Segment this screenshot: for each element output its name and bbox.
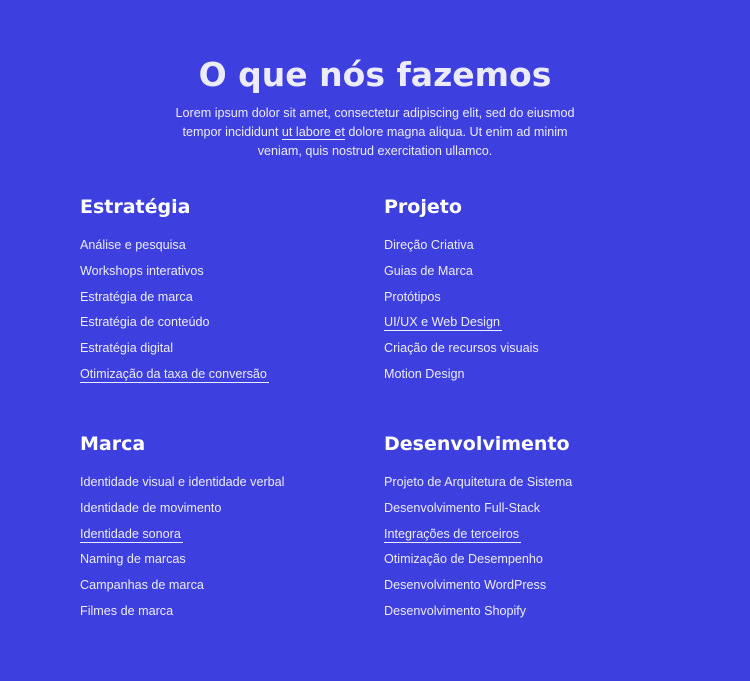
service-link[interactable]: Guias de Marca — [384, 263, 475, 279]
list-item[interactable]: Filmes de marca — [80, 603, 380, 619]
service-list: Direção Criativa Guias de Marca Protótip… — [384, 237, 684, 382]
service-link[interactable]: Protótipos — [384, 289, 443, 305]
service-link[interactable]: Identidade sonora — [80, 527, 183, 543]
section-title: Marca — [80, 433, 146, 455]
service-link[interactable]: Direção Criativa — [384, 237, 476, 253]
intro-link[interactable]: ut labore et — [281, 124, 345, 140]
section-projeto: Projeto Direção Criativa Guias de Marca … — [384, 195, 684, 392]
list-item[interactable]: Guias de Marca — [384, 263, 684, 279]
service-link[interactable]: Workshops interativos — [80, 263, 206, 279]
service-link[interactable]: Otimização da taxa de conversão — [80, 367, 269, 383]
page-title: O que nós fazemos — [198, 55, 552, 95]
list-item[interactable]: Estratégia de conteúdo — [80, 314, 380, 330]
list-item[interactable]: Protótipos — [384, 289, 684, 305]
service-link[interactable]: Estratégia digital — [80, 340, 175, 356]
list-item[interactable]: Desenvolvimento WordPress — [384, 577, 684, 593]
service-link[interactable]: Identidade visual e identidade verbal — [80, 474, 286, 490]
service-link[interactable]: Otimização de Desempenho — [384, 551, 545, 567]
intro-paragraph: Lorem ipsum dolor sit amet, consectetur … — [175, 104, 575, 161]
list-item[interactable]: Criação de recursos visuais — [384, 340, 684, 356]
service-link[interactable]: Desenvolvimento Full-Stack — [384, 500, 542, 516]
service-link[interactable]: Estratégia de conteúdo — [80, 314, 212, 330]
list-item[interactable]: Análise e pesquisa — [80, 237, 380, 253]
list-item[interactable]: Otimização de Desempenho — [384, 551, 684, 567]
list-item[interactable]: Naming de marcas — [80, 551, 380, 567]
list-item[interactable]: Otimização da taxa de conversão — [80, 366, 380, 383]
list-item[interactable]: Estratégia de marca — [80, 289, 380, 305]
service-link[interactable]: Desenvolvimento WordPress — [384, 577, 548, 593]
section-estrategia: Estratégia Análise e pesquisa Workshops … — [80, 195, 380, 392]
list-item[interactable]: UI/UX e Web Design — [384, 314, 684, 332]
list-item[interactable]: Direção Criativa — [384, 237, 684, 253]
section-desenvolvimento: Desenvolvimento Projeto de Arquitetura d… — [384, 432, 684, 629]
service-link[interactable]: Campanhas de marca — [80, 577, 206, 593]
service-link[interactable]: Análise e pesquisa — [80, 237, 188, 253]
service-link[interactable]: Criação de recursos visuais — [384, 340, 541, 356]
service-link[interactable]: Motion Design — [384, 366, 467, 382]
service-link[interactable]: Identidade de movimento — [80, 500, 223, 516]
section-title: Estratégia — [80, 196, 191, 218]
list-item[interactable]: Desenvolvimento Full-Stack — [384, 500, 684, 516]
service-list: Projeto de Arquitetura de Sistema Desenv… — [384, 474, 684, 619]
list-item[interactable]: Identidade sonora — [80, 526, 380, 543]
service-link[interactable]: Estratégia de marca — [80, 289, 195, 305]
list-item[interactable]: Identidade de movimento — [80, 500, 380, 516]
service-link[interactable]: Integrações de terceiros — [384, 527, 522, 543]
service-link[interactable]: Filmes de marca — [80, 603, 175, 619]
service-link[interactable]: Desenvolvimento Shopify — [384, 603, 528, 619]
list-item[interactable]: Integrações de terceiros — [384, 526, 684, 543]
list-item[interactable]: Motion Design — [384, 366, 684, 382]
section-title: Desenvolvimento — [384, 433, 570, 455]
list-item[interactable]: Workshops interativos — [80, 263, 380, 279]
service-link[interactable]: Projeto de Arquitetura de Sistema — [384, 474, 574, 490]
service-list: Análise e pesquisa Workshops interativos… — [80, 237, 380, 383]
service-link[interactable]: Naming de marcas — [80, 551, 188, 567]
service-link[interactable]: UI/UX e Web Design — [384, 315, 502, 332]
list-item[interactable]: Identidade visual e identidade verbal — [80, 474, 380, 490]
service-list: Identidade visual e identidade verbal Id… — [80, 474, 380, 619]
list-item[interactable]: Campanhas de marca — [80, 577, 380, 593]
list-item[interactable]: Estratégia digital — [80, 340, 380, 356]
list-item[interactable]: Projeto de Arquitetura de Sistema — [384, 474, 684, 490]
list-item[interactable]: Desenvolvimento Shopify — [384, 603, 684, 619]
section-title: Projeto — [384, 196, 462, 218]
section-marca: Marca Identidade visual e identidade ver… — [80, 432, 380, 629]
